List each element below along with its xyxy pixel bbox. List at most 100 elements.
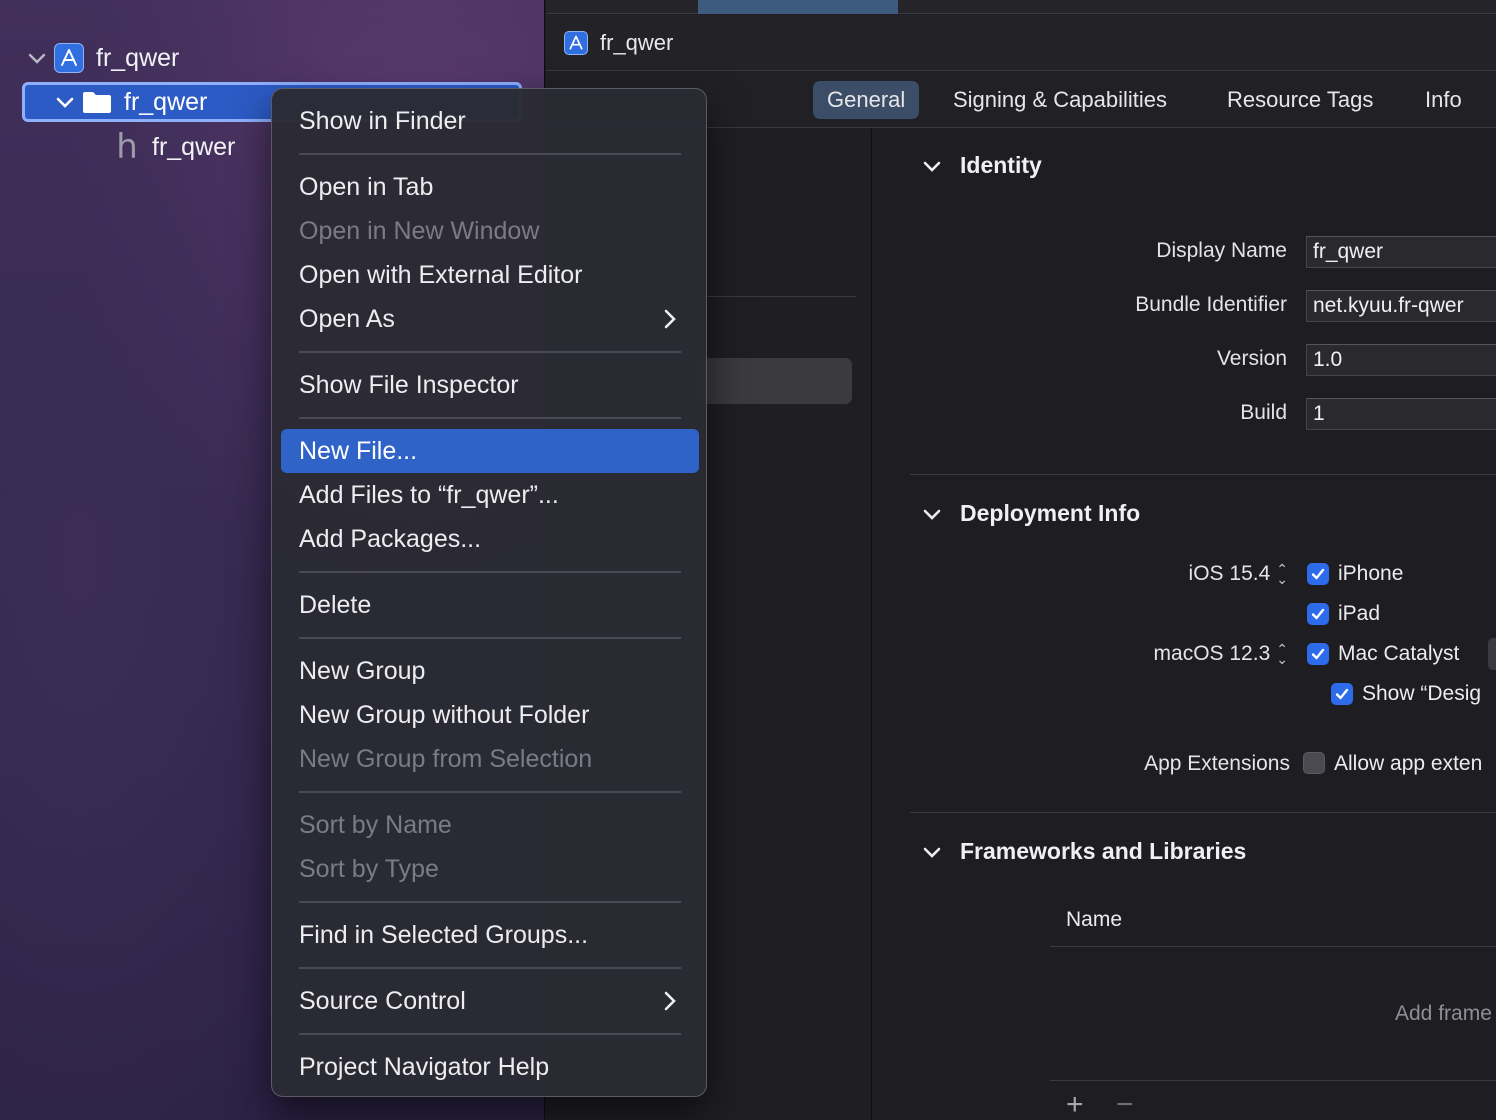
menu-separator xyxy=(299,1033,681,1035)
chevron-down-icon[interactable] xyxy=(922,842,942,862)
nav-item-file[interactable]: h fr_qwer xyxy=(114,127,235,167)
menu-item-new-group-from-selection: New Group from Selection xyxy=(299,744,593,773)
section-divider xyxy=(910,812,1496,813)
selected-target-row[interactable] xyxy=(700,358,852,404)
display-name-field[interactable]: fr_qwer xyxy=(1306,236,1496,268)
menu-item-label: Open As xyxy=(299,304,395,333)
folder-icon xyxy=(82,90,112,114)
updown-chevron-icon: ⌃ ⌄ xyxy=(1276,561,1288,588)
macos-version-popup[interactable]: macOS 12.3 ⌃ ⌄ xyxy=(1154,642,1288,666)
mac-catalyst-popup[interactable] xyxy=(1488,638,1496,670)
table-header-divider xyxy=(1050,946,1496,947)
project-name: fr_qwer xyxy=(96,43,180,72)
section-deployment-header[interactable]: Deployment Info xyxy=(922,500,1140,527)
frameworks-empty-text: Add frame xyxy=(1395,1002,1492,1025)
section-identity-header[interactable]: Identity xyxy=(922,152,1042,179)
jump-bar: fr_qwer xyxy=(546,15,1496,71)
version-label: Version xyxy=(1216,347,1287,370)
menu-item-show-file-inspector[interactable]: Show File Inspector xyxy=(281,363,699,407)
mac-catalyst-checkbox[interactable] xyxy=(1307,643,1329,665)
menu-separator xyxy=(299,153,681,155)
section-title: Frameworks and Libraries xyxy=(960,838,1247,864)
updown-chevron-icon: ⌃ ⌄ xyxy=(1276,641,1288,668)
allow-extensions-label: Allow app exten xyxy=(1334,752,1483,775)
menu-separator xyxy=(299,901,681,903)
checkmark-icon xyxy=(1311,648,1325,660)
show-designed-checkbox[interactable] xyxy=(1331,683,1353,705)
menu-item-open-with-external-editor[interactable]: Open with External Editor xyxy=(281,253,699,297)
menu-separator xyxy=(299,967,681,969)
menu-item-sort-by-type: Sort by Type xyxy=(299,854,439,883)
context-menu: Show in Finder Open in Tab Open in New W… xyxy=(271,88,707,1097)
menu-item-open-in-tab[interactable]: Open in Tab xyxy=(281,165,699,209)
chevron-right-icon xyxy=(664,991,676,1011)
add-framework-button[interactable]: + xyxy=(1066,1088,1084,1120)
checkmark-icon xyxy=(1311,608,1325,620)
menu-item-new-file[interactable]: New File... xyxy=(281,429,699,473)
iphone-label: iPhone xyxy=(1338,562,1404,585)
menu-item-show-in-finder[interactable]: Show in Finder xyxy=(281,99,699,143)
chevron-down-icon[interactable] xyxy=(26,47,48,69)
menu-item-label: Source Control xyxy=(299,986,466,1015)
allow-extensions-checkbox[interactable] xyxy=(1303,752,1325,774)
tab-signing-capabilities[interactable]: Signing & Capabilities xyxy=(939,81,1181,119)
menu-separator xyxy=(299,351,681,353)
section-frameworks-header[interactable]: Frameworks and Libraries xyxy=(922,838,1246,865)
chevron-down-icon[interactable] xyxy=(922,504,942,524)
display-name-label: Display Name xyxy=(1156,239,1287,262)
remove-framework-button[interactable]: − xyxy=(1116,1088,1134,1120)
menu-separator xyxy=(299,637,681,639)
section-title: Identity xyxy=(960,152,1042,178)
menu-item-add-files[interactable]: Add Files to “fr_qwer”... xyxy=(281,473,699,517)
section-title: Deployment Info xyxy=(960,500,1141,526)
iphone-checkbox[interactable] xyxy=(1307,563,1329,585)
tab-info[interactable]: Info xyxy=(1411,81,1476,119)
menu-item-find-in-selected-groups[interactable]: Find in Selected Groups... xyxy=(281,913,699,957)
xcode-project-icon xyxy=(54,43,84,73)
nav-item-project[interactable]: fr_qwer xyxy=(26,38,179,78)
bundle-identifier-label: Bundle Identifier xyxy=(1135,293,1287,316)
table-footer-divider xyxy=(1050,1080,1496,1081)
menu-item-new-group-without-folder[interactable]: New Group without Folder xyxy=(281,693,699,737)
app-extensions-label: App Extensions xyxy=(1144,752,1290,775)
nav-item-group[interactable]: fr_qwer xyxy=(54,82,207,122)
menu-item-delete[interactable]: Delete xyxy=(281,583,699,627)
targets-divider xyxy=(700,296,856,297)
jump-bar-title[interactable]: fr_qwer xyxy=(600,30,673,56)
mac-catalyst-label: Mac Catalyst xyxy=(1338,642,1460,665)
chevron-down-icon[interactable] xyxy=(922,156,942,176)
ipad-checkbox[interactable] xyxy=(1307,603,1329,625)
frameworks-name-column-header[interactable]: Name xyxy=(1066,908,1122,932)
menu-item-project-navigator-help[interactable]: Project Navigator Help xyxy=(281,1045,699,1089)
build-field[interactable]: 1 xyxy=(1306,398,1496,430)
editor-tab-bar xyxy=(546,0,1496,14)
menu-separator xyxy=(299,417,681,419)
menu-item-open-in-new-window: Open in New Window xyxy=(299,216,540,245)
section-divider xyxy=(910,474,1496,475)
group-name: fr_qwer xyxy=(124,87,208,116)
chevron-down-icon[interactable] xyxy=(54,91,76,113)
chevron-right-icon xyxy=(664,309,676,329)
general-settings xyxy=(873,129,1496,1120)
menu-separator xyxy=(299,791,681,793)
macos-version-value: macOS 12.3 xyxy=(1153,642,1271,665)
ipad-label: iPad xyxy=(1338,602,1381,625)
build-label: Build xyxy=(1240,401,1287,424)
file-name: fr_qwer xyxy=(152,132,236,161)
menu-separator xyxy=(299,571,681,573)
xcode-project-icon xyxy=(564,30,588,55)
menu-item-open-as[interactable]: Open As xyxy=(281,297,699,341)
ios-version-value: iOS 15.4 xyxy=(1188,562,1271,585)
tab-resource-tags[interactable]: Resource Tags xyxy=(1213,81,1387,119)
ios-version-popup[interactable]: iOS 15.4 ⌃ ⌄ xyxy=(1189,562,1288,586)
menu-item-new-group[interactable]: New Group xyxy=(281,649,699,693)
menu-item-source-control[interactable]: Source Control xyxy=(281,979,699,1023)
bundle-identifier-field[interactable]: net.kyuu.fr-qwer xyxy=(1306,290,1496,322)
tab-general[interactable]: General xyxy=(813,81,920,119)
version-field[interactable]: 1.0 xyxy=(1306,344,1496,376)
header-file-icon: h xyxy=(116,127,138,167)
active-tab-indicator[interactable] xyxy=(698,0,898,14)
checkmark-icon xyxy=(1335,688,1349,700)
checkmark-icon xyxy=(1311,568,1325,580)
menu-item-add-packages[interactable]: Add Packages... xyxy=(281,517,699,561)
